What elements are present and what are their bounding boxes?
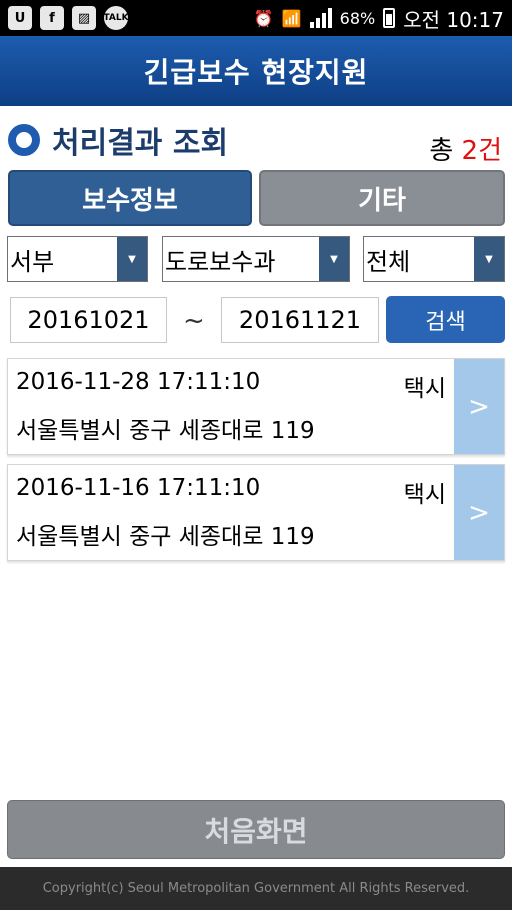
result-type: 택시 [403, 376, 446, 402]
tab-repair-info[interactable]: 보수정보 [8, 170, 252, 226]
battery-icon [383, 8, 396, 28]
region-select[interactable]: 서부 ▼ [7, 236, 148, 282]
chevron-down-icon: ▼ [474, 237, 504, 281]
result-datetime: 2016-11-16 17:11:10 [16, 475, 261, 501]
end-date-input[interactable]: 20161121 [221, 297, 379, 343]
chevron-down-icon: ▼ [319, 237, 349, 281]
total-prefix: 총 [429, 136, 462, 166]
chevron-right-icon[interactable]: > [454, 359, 504, 454]
system-status: ⏰ 📶 68% 오전 10:17 [254, 4, 504, 32]
chevron-right-icon[interactable]: > [454, 465, 504, 560]
result-address: 서울특별시 중구 세종대로 119 [16, 418, 315, 444]
app-title: 긴급보수 현장지원 [0, 36, 512, 106]
result-item[interactable]: 2016-11-28 17:11:10 택시 서울특별시 중구 세종대로 119… [7, 358, 505, 455]
gallery-icon: ▨ [72, 6, 96, 30]
section-title: 처리결과 조회 [52, 126, 229, 161]
alarm-icon: ⏰ [253, 8, 274, 28]
result-type: 택시 [403, 482, 446, 508]
section-header: 처리결과 조회 총 2건 [0, 106, 512, 168]
facebook-icon: f [40, 6, 64, 30]
home-button[interactable]: 처음화면 [7, 800, 505, 859]
search-button[interactable]: 검색 [386, 296, 505, 343]
total-count: 총 2건 [429, 130, 502, 167]
signal-icon [309, 8, 332, 28]
status-bar: U f ▨ TALK ⏰ 📶 68% 오전 10:17 [0, 0, 512, 36]
region-select-value: 서부 [10, 247, 55, 276]
tab-other[interactable]: 기타 [259, 170, 505, 226]
date-separator: ~ [183, 306, 205, 336]
status-select[interactable]: 전체 ▼ [363, 236, 505, 282]
wifi-icon: 📶 [281, 8, 302, 28]
status-select-value: 전체 [366, 247, 411, 276]
uplus-icon: U [8, 6, 32, 30]
clock: 오전 10:17 [403, 7, 504, 32]
chevron-down-icon: ▼ [117, 237, 147, 281]
result-item[interactable]: 2016-11-16 17:11:10 택시 서울특별시 중구 세종대로 119… [7, 464, 505, 561]
start-date-input[interactable]: 20161021 [10, 297, 167, 343]
copyright-footer: Copyright(c) Seoul Metropolitan Governme… [0, 867, 512, 910]
kakaotalk-icon: TALK [103, 6, 129, 30]
notification-icons: U f ▨ TALK [8, 6, 129, 30]
result-datetime: 2016-11-28 17:11:10 [16, 369, 261, 395]
department-select-value: 도로보수과 [165, 247, 276, 276]
circle-bullet-icon [8, 124, 40, 156]
total-count-value: 2건 [461, 136, 502, 166]
battery-percent: 68% [339, 8, 376, 28]
result-address: 서울특별시 중구 세종대로 119 [16, 524, 315, 550]
department-select[interactable]: 도로보수과 ▼ [162, 236, 350, 282]
